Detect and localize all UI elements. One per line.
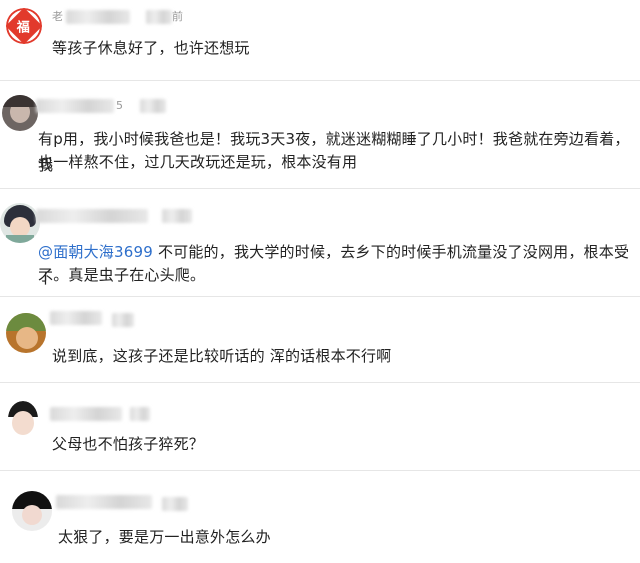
- avatar-hair: [2, 95, 38, 107]
- avatar[interactable]: [8, 401, 38, 437]
- avatar[interactable]: [2, 95, 38, 131]
- timestamp-blurred: [162, 497, 188, 511]
- avatar-face: [22, 505, 42, 525]
- comment-item: 5 有p用，我小时候我爸也是！我玩3天3夜，就迷迷糊糊睡了几小时！我爸就在旁边看…: [0, 81, 640, 187]
- avatar-face: [10, 217, 30, 237]
- timestamp-fragment: 前: [172, 10, 183, 23]
- fu-character-icon: 福: [6, 8, 42, 44]
- comment-text: 等孩子休息好了，也许还想玩: [52, 39, 250, 57]
- comment-text: 父母也不怕孩子猝死？: [52, 435, 205, 453]
- avatar[interactable]: 福: [6, 8, 42, 44]
- avatar[interactable]: [6, 313, 46, 353]
- comment-text-line2: 了。真是虫子在心头爬。: [38, 266, 206, 284]
- timestamp-blurred: [140, 99, 166, 113]
- timestamp-blurred: [112, 313, 134, 327]
- author-name-blurred: [36, 209, 148, 223]
- author-name-blurred: [66, 10, 130, 24]
- timestamp-blurred: [162, 209, 192, 223]
- comment-text: 太狠了，要是万一出意外怎么办: [58, 528, 271, 546]
- comment-item: @面朝大海3699 不可能的，我大学的时候，去乡下的时候手机流量没了没网用，根本…: [0, 189, 640, 295]
- author-name-blurred: [50, 311, 102, 325]
- author-name-blurred: [56, 495, 152, 509]
- comment-item: 福 老 前 等孩子休息好了，也许还想玩: [0, 0, 640, 80]
- timestamp-blurred: [146, 10, 172, 24]
- mention-link[interactable]: @面朝大海3699: [38, 243, 153, 261]
- author-name-fragment: 老: [52, 10, 63, 23]
- author-name-blurred: [36, 99, 114, 113]
- timestamp-blurred: [130, 407, 150, 421]
- author-name-blurred: [50, 407, 122, 421]
- avatar-face: [16, 327, 38, 349]
- comment-item: 太狠了，要是万一出意外怎么办: [0, 471, 640, 563]
- comment-item: 说到底，这孩子还是比较听话的 浑的话根本不行啊: [0, 297, 640, 381]
- comment-text-line2: 也一样熬不住，过几天改玩还是玩，根本没有用: [38, 153, 358, 171]
- avatar[interactable]: [12, 491, 52, 531]
- comment-text: 说到底，这孩子还是比较听话的 浑的话根本不行啊: [52, 347, 392, 365]
- avatar-face: [12, 411, 34, 435]
- avatar[interactable]: [0, 203, 40, 243]
- timestamp-fragment: 5: [116, 99, 123, 112]
- avatar-shirt: [6, 235, 34, 243]
- comment-item: 父母也不怕孩子猝死？: [0, 383, 640, 469]
